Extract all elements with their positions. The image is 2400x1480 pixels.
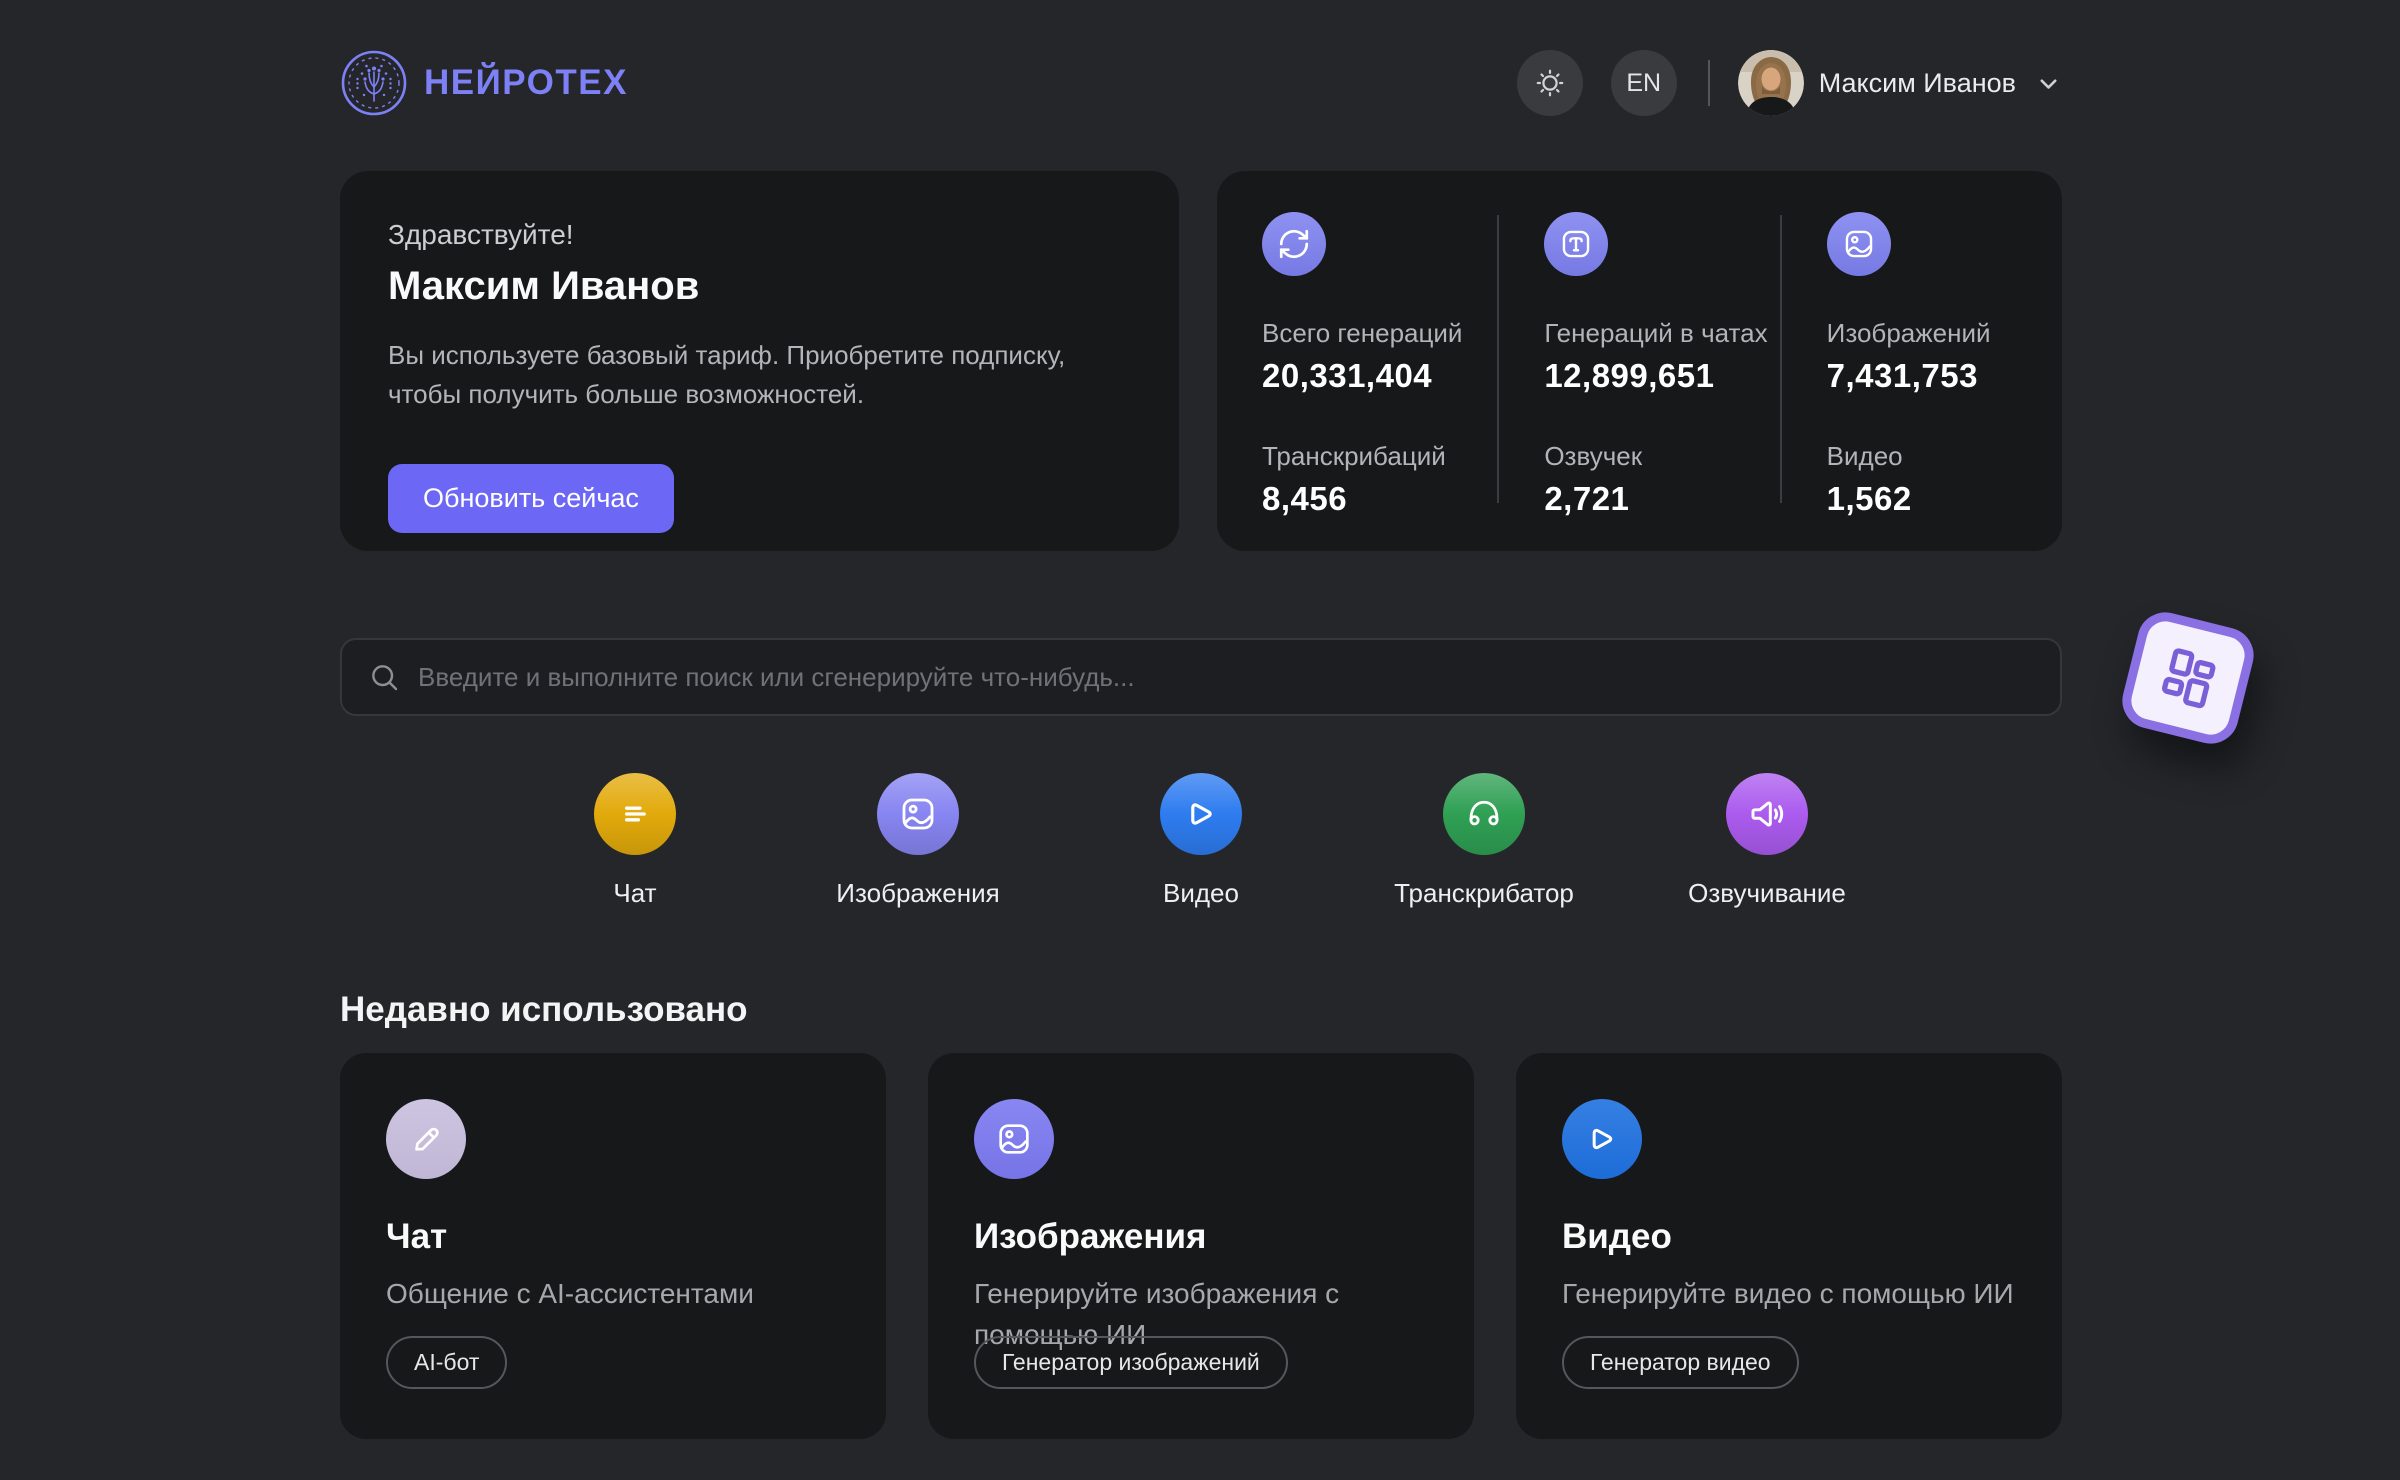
language-button[interactable]: EN (1611, 50, 1677, 116)
card-description: Генерируйте видео с помощью ИИ (1562, 1274, 2016, 1315)
stat-label: Генераций в чатах (1544, 318, 1779, 349)
upgrade-button[interactable]: Обновить сейчас (388, 464, 674, 533)
search-icon (368, 661, 400, 693)
category-label: Видео (1163, 878, 1239, 909)
stat-value: 1,562 (1827, 480, 2062, 518)
stat-column-chats: Генераций в чатах 12,899,651 Озвучек 2,7… (1499, 212, 1779, 551)
recent-card-video[interactable]: Видео Генерируйте видео с помощью ИИ Ген… (1516, 1053, 2062, 1439)
chevron-down-icon (2035, 70, 2062, 97)
recent-card-chat[interactable]: Чат Общение с AI-ассистентами AI-бот (340, 1053, 886, 1439)
stat-column-images: Изображений 7,431,753 Видео 1,562 (1782, 212, 2062, 551)
card-title: Видео (1562, 1217, 2016, 1257)
recent-card-images[interactable]: Изображения Генерируйте изображения с по… (928, 1053, 1474, 1439)
category-shortcuts: Чат Изображения Видео Транскриба (340, 773, 2062, 909)
text-icon (1544, 212, 1608, 276)
headphones-icon (1443, 773, 1525, 855)
refresh-icon (1262, 212, 1326, 276)
card-badge: Генератор видео (1562, 1336, 1799, 1389)
image-icon (877, 773, 959, 855)
brand-logo[interactable]: НЕЙРОТЕХ (340, 49, 628, 117)
card-title: Чат (386, 1217, 840, 1257)
neurotech-logo-icon (340, 49, 408, 117)
stats-card: Всего генераций 20,331,404 Транскрибаций… (1217, 171, 2062, 551)
stat-value: 2,721 (1544, 480, 1779, 518)
user-name: Максим Иванов (1819, 68, 2016, 99)
theme-toggle-button[interactable] (1517, 50, 1583, 116)
image-icon (1827, 212, 1891, 276)
speaker-icon (1726, 773, 1808, 855)
stat-label: Изображений (1827, 318, 2062, 349)
user-menu[interactable]: Максим Иванов (1738, 50, 2062, 116)
avatar (1738, 50, 1804, 116)
category-transcriber[interactable]: Транскрибатор (1343, 773, 1626, 909)
brand-name: НЕЙРОТЕХ (424, 63, 628, 103)
stat-column-generations: Всего генераций 20,331,404 Транскрибаций… (1217, 212, 1497, 551)
stat-label: Видео (1827, 441, 2062, 472)
recent-section-title: Недавно использовано (340, 990, 748, 1030)
category-video[interactable]: Видео (1060, 773, 1343, 909)
play-icon (1562, 1099, 1642, 1179)
category-label: Чат (613, 878, 656, 909)
image-icon (974, 1099, 1054, 1179)
category-voiceover[interactable]: Озвучивание (1626, 773, 1909, 909)
widgets-sticker-button[interactable] (2116, 606, 2259, 749)
play-icon (1160, 773, 1242, 855)
header-divider (1708, 60, 1710, 106)
plan-message: Вы используете базовый тариф. Приобретит… (388, 336, 1131, 414)
dashboard-grid-icon (2144, 634, 2231, 721)
pencil-icon (386, 1099, 466, 1179)
stat-value: 7,431,753 (1827, 357, 2062, 395)
stat-label: Всего генераций (1262, 318, 1497, 349)
recent-cards: Чат Общение с AI-ассистентами AI-бот Изо… (340, 1053, 2062, 1439)
category-label: Озвучивание (1688, 878, 1846, 909)
category-images[interactable]: Изображения (777, 773, 1060, 909)
category-label: Изображения (836, 878, 999, 909)
search-bar (340, 638, 2062, 716)
top-row: Здравствуйте! Максим Иванов Вы используе… (340, 171, 2062, 551)
category-chat[interactable]: Чат (494, 773, 777, 909)
welcome-card: Здравствуйте! Максим Иванов Вы используе… (340, 171, 1179, 551)
card-badge: AI-бот (386, 1336, 507, 1389)
header-controls: EN Максим Иванов (1517, 50, 2062, 116)
card-description: Общение с AI-ассистентами (386, 1274, 840, 1315)
sun-icon (1533, 66, 1567, 100)
search-input[interactable] (418, 662, 2034, 693)
chat-lines-icon (594, 773, 676, 855)
category-label: Транскрибатор (1394, 878, 1574, 909)
greeting-text: Здравствуйте! (388, 219, 1131, 251)
card-badge: Генератор изображений (974, 1336, 1288, 1389)
stat-label: Озвучек (1544, 441, 1779, 472)
stat-label: Транскрибаций (1262, 441, 1497, 472)
stat-value: 12,899,651 (1544, 357, 1779, 395)
stat-value: 8,456 (1262, 480, 1497, 518)
card-title: Изображения (974, 1217, 1428, 1257)
stat-value: 20,331,404 (1262, 357, 1497, 395)
welcome-user-name: Максим Иванов (388, 264, 1131, 309)
header: НЕЙРОТЕХ EN (340, 0, 2062, 166)
